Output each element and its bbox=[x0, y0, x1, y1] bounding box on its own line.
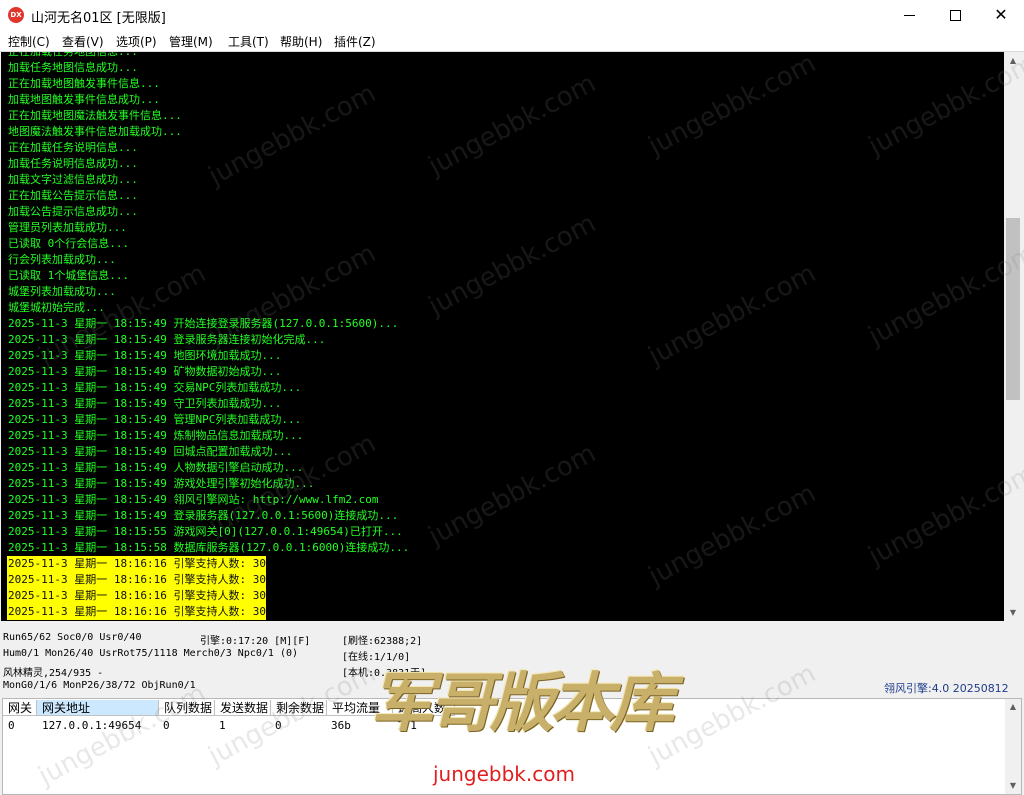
table-cell-remaining: 0 bbox=[275, 719, 282, 732]
status-engine-time: 引擎:0:17:20 [M][F] bbox=[200, 636, 311, 647]
table-cell-avg: 36b bbox=[331, 719, 351, 732]
minimize-icon bbox=[903, 14, 915, 16]
table-cell-sent: 1 bbox=[219, 719, 226, 732]
console-line-highlighted: 2025-11-3 星期一 18:16:16 引擎支持人数: 30 bbox=[7, 604, 266, 620]
maximize-button[interactable] bbox=[932, 0, 978, 30]
console-line: 2025-11-3 星期一 18:15:49 交易NPC列表加载成功... bbox=[8, 381, 302, 394]
console-line: 加载文字过滤信息成功... bbox=[8, 173, 138, 186]
console-line: 正在加载任务地图信息... bbox=[8, 52, 138, 60]
console-line: 2025-11-3 星期一 18:15:58 数据库服务器(127.0.0.1:… bbox=[8, 541, 410, 554]
col-queue-data[interactable]: 队列数据 bbox=[159, 700, 215, 716]
status-refresh: [刷怪:62388;2] bbox=[342, 636, 423, 647]
console-line: 城堡城初始完成... bbox=[8, 301, 105, 314]
status-local: [本机:0.3831天] bbox=[342, 668, 427, 679]
console-line: 2025-11-3 星期一 18:15:49 翎风引擎网站: http://ww… bbox=[8, 493, 379, 506]
console-line: 正在加载公告提示信息... bbox=[8, 189, 138, 202]
console-line: 管理员列表加载成功... bbox=[8, 221, 127, 234]
console-line: 2025-11-3 星期一 18:15:49 登录服务器连接初始化完成... bbox=[8, 333, 326, 346]
menu-plugins[interactable]: 插件(Z) bbox=[334, 33, 376, 50]
console-line-highlighted: 2025-11-3 星期一 18:16:16 引擎支持人数: 30 bbox=[7, 556, 266, 572]
app-icon: DX bbox=[8, 7, 24, 23]
table-cell-address: 127.0.0.1:49654 bbox=[42, 719, 142, 732]
console-line: 加载任务地图信息成功... bbox=[8, 61, 138, 74]
status-panel: Run65/62 Soc0/0 Usr0/40 引擎:0:17:20 [M][F… bbox=[0, 624, 1024, 696]
status-hum: Hum0/1 Mon26/40 UsrRot75/1118 Merch0/3 N… bbox=[3, 648, 299, 659]
table-cell-queue: 0 bbox=[163, 719, 170, 732]
menu-manage[interactable]: 管理(M) bbox=[169, 33, 213, 50]
engine-version: 翎风引擎:4.0 20250812 bbox=[884, 682, 1009, 695]
console-line: 2025-11-3 星期一 18:15:49 登录服务器(127.0.0.1:5… bbox=[8, 509, 399, 522]
menu-options[interactable]: 选项(P) bbox=[116, 33, 157, 50]
window-title: 山河无名01区 [无限版] bbox=[31, 11, 166, 26]
table-cell-gateway: 0 bbox=[8, 719, 15, 732]
console-line: 加载公告提示信息成功... bbox=[8, 205, 138, 218]
col-avg-traffic[interactable]: 平均流量 bbox=[327, 700, 393, 716]
console-line: 2025-11-3 星期一 18:15:49 人物数据引擎启动成功... bbox=[8, 461, 304, 474]
console-line: 2025-11-3 星期一 18:15:49 矿物数据初始成功... bbox=[8, 365, 282, 378]
table-cell-max: 1/1 bbox=[397, 719, 417, 732]
menu-view[interactable]: 查看(V) bbox=[62, 33, 104, 50]
console-line: 2025-11-3 星期一 18:15:49 回城点配置加载成功... bbox=[8, 445, 293, 458]
table-scrollbar[interactable]: ▲ ▼ bbox=[1005, 699, 1021, 794]
console-line: 已读取 0个行会信息... bbox=[8, 237, 130, 250]
console-line: 地图魔法触发事件信息加载成功... bbox=[8, 125, 182, 138]
scroll-down-icon[interactable]: ▼ bbox=[1004, 604, 1022, 621]
col-remaining-data[interactable]: 剩余数据 bbox=[271, 700, 327, 716]
console-line-highlighted: 2025-11-3 星期一 18:16:16 引擎支持人数: 30 bbox=[7, 588, 266, 604]
console-line: 正在加载任务说明信息... bbox=[8, 141, 138, 154]
console-line: 已读取 1个城堡信息... bbox=[8, 269, 130, 282]
console-line: 正在加载地图触发事件信息... bbox=[8, 77, 160, 90]
console-log[interactable]: 正在加载任务地图信息...加载任务地图信息成功... 正在加载地图触发事件信息..… bbox=[1, 52, 1004, 621]
close-button[interactable]: ✕ bbox=[978, 0, 1024, 30]
close-icon: ✕ bbox=[994, 5, 1008, 24]
col-sent-data[interactable]: 发送数据 bbox=[215, 700, 271, 716]
menu-bar: 控制(C) 查看(V) 选项(P) 管理(M) 工具(T) 帮助(H) 插件(Z… bbox=[0, 30, 1024, 52]
console-line: 正在加载地图魔法触发事件信息... bbox=[8, 109, 182, 122]
console-line: 2025-11-3 星期一 18:15:55 游戏网关[0](127.0.0.1… bbox=[8, 525, 403, 538]
menu-tools[interactable]: 工具(T) bbox=[228, 33, 269, 50]
console-line-highlighted: 2025-11-3 星期一 18:16:16 引擎支持人数: 30 bbox=[7, 572, 266, 588]
console-line: 加载任务说明信息成功... bbox=[8, 157, 138, 170]
maximize-icon bbox=[949, 9, 961, 21]
console-line: 2025-11-3 星期一 18:15:49 炼制物品信息加载成功... bbox=[8, 429, 304, 442]
console-line: 城堡列表加载成功... bbox=[8, 285, 116, 298]
table-scroll-down-icon[interactable]: ▼ bbox=[1005, 778, 1021, 794]
menu-help[interactable]: 帮助(H) bbox=[280, 33, 322, 50]
console-line: 2025-11-3 星期一 18:15:49 守卫列表加载成功... bbox=[8, 397, 282, 410]
gateway-table[interactable]: 网关 网关地址 队列数据 发送数据 剩余数据 平均流量 最高人数 0 127.0… bbox=[2, 698, 1022, 795]
console-line: 加载地图触发事件信息成功... bbox=[8, 93, 160, 106]
scroll-up-icon[interactable]: ▲ bbox=[1004, 52, 1022, 69]
title-bar: DX 山河无名01区 [无限版] ✕ bbox=[0, 0, 1024, 30]
console-scrollbar[interactable]: ▲ ▼ bbox=[1004, 52, 1022, 621]
console-line: 2025-11-3 星期一 18:15:49 开始连接登录服务器(127.0.0… bbox=[8, 317, 399, 330]
col-gateway[interactable]: 网关 bbox=[3, 700, 37, 716]
status-mon: MonG0/1/6 MonP26/38/72 ObjRun0/1 bbox=[3, 680, 196, 691]
menu-control[interactable]: 控制(C) bbox=[8, 33, 50, 50]
console-line: 行会列表加载成功... bbox=[8, 253, 116, 266]
status-run: Run65/62 Soc0/0 Usr0/40 bbox=[3, 632, 142, 643]
minimize-button[interactable] bbox=[886, 0, 932, 30]
table-scroll-up-icon[interactable]: ▲ bbox=[1005, 699, 1021, 715]
console-line: 2025-11-3 星期一 18:15:49 地图环境加载成功... bbox=[8, 349, 282, 362]
console-line: 2025-11-3 星期一 18:15:49 管理NPC列表加载成功... bbox=[8, 413, 302, 426]
scroll-thumb[interactable] bbox=[1006, 218, 1020, 400]
col-max-users[interactable]: 最高人数 bbox=[393, 700, 455, 716]
console-line: 2025-11-3 星期一 18:15:49 游戏处理引擎初始化成功... bbox=[8, 477, 315, 490]
col-gateway-address[interactable]: 网关地址 bbox=[37, 700, 159, 716]
status-elf: 风林精灵,254/935 - bbox=[3, 668, 104, 679]
status-online: [在线:1/1/0] bbox=[342, 652, 411, 663]
